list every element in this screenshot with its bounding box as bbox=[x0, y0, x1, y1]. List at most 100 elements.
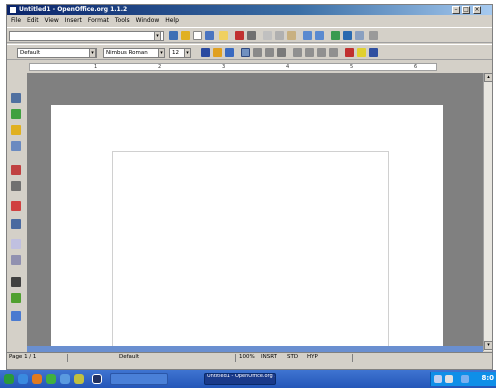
help-icon[interactable] bbox=[369, 31, 378, 40]
ruler-label: 4 bbox=[286, 64, 290, 70]
bullets-icon[interactable] bbox=[305, 48, 314, 57]
email-icon[interactable] bbox=[219, 31, 228, 40]
data-sources-icon[interactable] bbox=[355, 31, 364, 40]
scroll-up-arrow-icon[interactable]: ▴ bbox=[484, 73, 492, 82]
paste-icon[interactable] bbox=[287, 31, 296, 40]
paragraph-style-dropdown[interactable]: ▾ bbox=[89, 48, 96, 58]
load-url-input[interactable] bbox=[9, 31, 164, 41]
copy-icon[interactable] bbox=[275, 31, 284, 40]
export-pdf-icon[interactable] bbox=[235, 31, 244, 40]
align-left-icon[interactable] bbox=[241, 48, 250, 57]
open-folder-icon[interactable] bbox=[181, 31, 190, 40]
new-document-icon[interactable] bbox=[193, 31, 202, 40]
save-icon[interactable] bbox=[205, 31, 214, 40]
background-color-icon[interactable] bbox=[369, 48, 378, 57]
menu-help[interactable]: Help bbox=[165, 17, 179, 24]
url-dropdown-button[interactable]: ▾ bbox=[154, 31, 161, 41]
insert-mode-indicator[interactable]: INSRT bbox=[261, 354, 277, 360]
increase-indent-icon[interactable] bbox=[329, 48, 338, 57]
settings-icon[interactable] bbox=[74, 374, 84, 384]
zoom-indicator[interactable]: 100% bbox=[239, 354, 255, 360]
ruler-track: 1 2 3 4 5 6 bbox=[29, 63, 437, 71]
menu-view[interactable]: View bbox=[45, 17, 59, 24]
system-tray: 8:0 bbox=[430, 372, 496, 386]
find-replace-icon[interactable] bbox=[11, 239, 21, 249]
openoffice-window: Untitled1 - OpenOffice.org 1.1.2 – □ × F… bbox=[6, 4, 493, 370]
align-right-icon[interactable] bbox=[265, 48, 274, 57]
maximize-button[interactable]: □ bbox=[462, 6, 470, 14]
volume-icon[interactable] bbox=[445, 375, 453, 383]
browser-icon[interactable] bbox=[18, 374, 28, 384]
edit-file-icon[interactable] bbox=[169, 31, 178, 40]
menu-tools[interactable]: Tools bbox=[115, 17, 130, 24]
app-icon[interactable] bbox=[9, 6, 17, 14]
print-icon[interactable] bbox=[247, 31, 256, 40]
page-style-indicator: Default bbox=[119, 354, 140, 360]
auto-spellcheck-icon[interactable] bbox=[11, 311, 21, 321]
status-divider bbox=[235, 354, 236, 362]
decrease-indent-icon[interactable] bbox=[317, 48, 326, 57]
close-button[interactable]: × bbox=[473, 6, 481, 14]
vertical-scrollbar[interactable]: ▴ ▾ bbox=[483, 73, 492, 351]
underline-icon[interactable] bbox=[225, 48, 234, 57]
title-bar[interactable]: Untitled1 - OpenOffice.org 1.1.2 – □ × bbox=[7, 5, 492, 15]
menu-file[interactable]: File bbox=[11, 17, 21, 24]
network-icon[interactable] bbox=[434, 375, 442, 383]
horizontal-ruler[interactable]: 1 2 3 4 5 6 bbox=[7, 61, 492, 73]
hyperlink-mode-indicator[interactable]: HYP bbox=[307, 354, 318, 360]
start-icon[interactable] bbox=[4, 374, 14, 384]
paragraph-style-box[interactable]: Default bbox=[17, 48, 97, 58]
show-draw-functions-icon[interactable] bbox=[11, 141, 21, 151]
document-page[interactable] bbox=[51, 105, 443, 355]
status-bar: Page 1 / 1 Default 100% INSRT STD HYP bbox=[7, 352, 492, 362]
scroll-down-arrow-icon[interactable]: ▾ bbox=[484, 341, 492, 350]
font-color-icon[interactable] bbox=[345, 48, 354, 57]
nonprinting-characters-icon[interactable] bbox=[11, 277, 21, 287]
italic-icon[interactable] bbox=[213, 48, 222, 57]
function-toolbar: ▾ bbox=[7, 27, 492, 43]
highlighting-icon[interactable] bbox=[357, 48, 366, 57]
clock[interactable]: 8:0 bbox=[481, 374, 494, 382]
insert-objects-icon[interactable] bbox=[11, 125, 21, 135]
undo-icon[interactable] bbox=[303, 31, 312, 40]
battery-icon[interactable] bbox=[461, 375, 469, 383]
document-area[interactable] bbox=[27, 73, 483, 355]
spellcheck-icon[interactable] bbox=[11, 165, 21, 175]
menu-format[interactable]: Format bbox=[88, 17, 109, 24]
form-functions-icon[interactable] bbox=[11, 201, 21, 211]
bold-icon[interactable] bbox=[201, 48, 210, 57]
ruler-label: 1 bbox=[94, 64, 98, 70]
text-cursor-icon[interactable] bbox=[11, 181, 21, 191]
align-center-icon[interactable] bbox=[253, 48, 262, 57]
selection-mode-indicator[interactable]: STD bbox=[287, 354, 298, 360]
minimize-button[interactable]: – bbox=[452, 6, 460, 14]
taskbar-item-openoffice[interactable]: Untitled1 - OpenOffice.org 1.1 bbox=[204, 373, 276, 385]
numbering-icon[interactable] bbox=[293, 48, 302, 57]
gallery-icon[interactable] bbox=[343, 31, 352, 40]
ruler-label: 3 bbox=[222, 64, 226, 70]
font-name-dropdown[interactable]: ▾ bbox=[158, 48, 165, 58]
terminal-icon[interactable] bbox=[60, 374, 70, 384]
data-source-icon[interactable] bbox=[11, 255, 21, 265]
menu-insert[interactable]: Insert bbox=[65, 17, 82, 24]
insert-fields-icon[interactable] bbox=[11, 109, 21, 119]
insert-icon[interactable] bbox=[11, 93, 21, 103]
navigator-icon[interactable] bbox=[331, 31, 340, 40]
status-divider bbox=[352, 354, 353, 362]
font-name-box[interactable]: Nimbus Roman bbox=[103, 48, 165, 58]
online-layout-icon[interactable] bbox=[11, 219, 21, 229]
font-size-dropdown[interactable]: ▾ bbox=[184, 48, 191, 58]
menu-edit[interactable]: Edit bbox=[27, 17, 39, 24]
menu-window[interactable]: Window bbox=[136, 17, 160, 24]
main-toolbar bbox=[7, 73, 25, 351]
graphics-on-off-icon[interactable] bbox=[11, 293, 21, 303]
cut-icon[interactable] bbox=[263, 31, 272, 40]
taskbar: Untitled1 - OpenOffice.org 1.1 8:0 bbox=[0, 370, 496, 388]
redo-icon[interactable] bbox=[315, 31, 324, 40]
justify-icon[interactable] bbox=[277, 48, 286, 57]
ruler-label: 2 bbox=[158, 64, 162, 70]
file-manager-icon[interactable] bbox=[32, 374, 42, 384]
office-suite-icon[interactable] bbox=[46, 374, 56, 384]
taskbar-item-inactive[interactable] bbox=[110, 373, 168, 385]
desktop-pager-icon[interactable] bbox=[92, 374, 102, 384]
